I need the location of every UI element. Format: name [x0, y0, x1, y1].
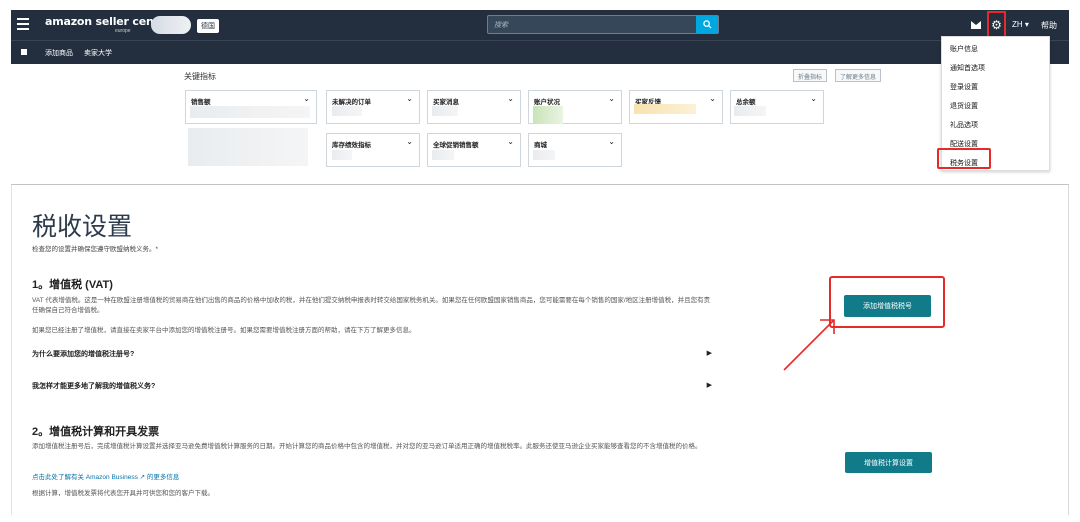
menu-icon[interactable]: [17, 18, 29, 30]
search-icon: [702, 20, 712, 29]
expand-arrow-icon: ▶: [706, 382, 712, 389]
blurred-value: [188, 128, 308, 166]
blurred-value: [332, 150, 352, 160]
search-button[interactable]: [696, 16, 718, 33]
key-metrics-title: 关键指标: [184, 72, 216, 81]
settings-gear-button[interactable]: ⚙: [987, 11, 1006, 39]
chevron-down-icon: ⌄: [406, 137, 413, 146]
vat-heading: 1。增值税 (VAT): [32, 279, 113, 291]
chevron-down-icon: ⌄: [810, 94, 817, 103]
marketplace-selector[interactable]: 德国: [197, 19, 219, 33]
subnav-seller-university[interactable]: 卖家大学: [84, 48, 112, 58]
chevron-down-icon: ⌄: [507, 137, 514, 146]
bookmark-icon[interactable]: [21, 49, 27, 55]
chevron-down-icon: ⌄: [608, 137, 615, 146]
metric-card-label: 库存绩效指标: [332, 142, 371, 149]
tax-settings-highlight: [937, 148, 991, 169]
chevron-down-icon: ⌄: [303, 94, 310, 103]
annotation-arrow: [783, 319, 835, 371]
metric-card-label: 商城: [534, 142, 547, 149]
chevron-down-icon: ⌄: [406, 94, 413, 103]
vat-description: VAT 代表增值税。这是一种在欧盟注册增值税的贸易商在他们出售的商品的价格中加收…: [32, 297, 711, 314]
search-input[interactable]: 搜索: [487, 15, 719, 34]
gear-icon: ⚙: [991, 18, 1002, 32]
collapse-metrics-button[interactable]: 折叠指标: [793, 69, 828, 82]
logo-region: europe: [115, 28, 131, 34]
content-border-right: [1068, 185, 1069, 515]
chevron-down-icon: ⌄: [507, 94, 514, 103]
learn-more-button[interactable]: 了解更多信息: [835, 69, 882, 82]
menu-item-return-settings[interactable]: 退货设置: [950, 101, 978, 111]
metric-card-label: 未解决的订单: [332, 99, 371, 106]
search-placeholder: 搜索: [494, 22, 508, 29]
page-title: 税收设置: [32, 212, 133, 241]
top-header: amazon seller central europe 德国 搜索 ⚙ ZH …: [11, 10, 1069, 40]
content-border-left: [11, 185, 12, 515]
metric-card-label: 全球促销销售额: [433, 142, 479, 149]
chevron-down-icon: ⌄: [608, 94, 615, 103]
language-selector[interactable]: ZH ▾: [1012, 20, 1029, 29]
mail-icon[interactable]: [971, 21, 981, 29]
metric-card-label: 买家消息: [433, 99, 459, 106]
subnav-add-product[interactable]: 添加商品: [45, 48, 73, 58]
vat-calc-heading: 2。增值税计算和开具发票: [32, 426, 160, 438]
faq-question: 为什么要添加您的增值税注册号?: [32, 351, 135, 358]
menu-item-account-info[interactable]: 账户信息: [950, 44, 978, 54]
vat-register-note: 如果您已经注册了增值税，请直接在卖家平台中添加您的增值税注册号。如果您需要增值税…: [32, 327, 416, 334]
menu-item-gift-options[interactable]: 礼品选项: [950, 120, 978, 130]
menu-item-login-settings[interactable]: 登录设置: [950, 82, 978, 92]
amazon-business-link[interactable]: 点击此处了解有关 Amazon Business ↗ 的更多信息: [32, 471, 179, 481]
metric-card-label: 账户状况: [534, 99, 560, 106]
blurred-value: [190, 106, 310, 118]
blurred-value: [332, 106, 362, 116]
faq-learn-vat-obligations[interactable]: 我怎样才能更多地了解我的增值税义务? ▶: [32, 381, 712, 391]
sub-navigation: 添加商品 卖家大学: [11, 40, 1069, 64]
expand-arrow-icon: ▶: [706, 350, 712, 357]
vat-calculation-settings-button[interactable]: 增值税计算设置: [845, 452, 932, 473]
blurred-value: [432, 150, 454, 160]
add-vat-number-button[interactable]: 添加增值税税号: [844, 295, 931, 317]
blurred-value: [533, 106, 563, 124]
help-link[interactable]: 帮助: [1041, 20, 1057, 31]
chevron-down-icon: ⌄: [709, 94, 716, 103]
metric-card-label: 总余额: [736, 99, 756, 106]
blurred-value: [634, 104, 696, 114]
vat-invoice-note: 根据计算，增值税发票将代表您开具并可供您和您的客户下载。: [32, 490, 214, 497]
faq-question: 我怎样才能更多地了解我的增值税义务?: [32, 383, 156, 390]
blurred-value: [533, 150, 555, 160]
faq-why-add-vat[interactable]: 为什么要添加您的增值税注册号? ▶: [32, 349, 712, 359]
blurred-value: [432, 106, 458, 116]
blurred-value: [734, 106, 766, 116]
vat-calc-description: 添加增值税注册号后，完成增值税计算设置并选择亚马逊免费增值税计算服务的日期。开始…: [32, 443, 702, 450]
metric-card-label: 销售额: [191, 99, 211, 106]
account-name-blurred[interactable]: [151, 16, 191, 34]
page-intro: 检查您的设置并确保您遵守欧盟纳税义务。*: [32, 246, 159, 253]
menu-item-notification-prefs[interactable]: 通知首选项: [950, 63, 985, 73]
section-divider: [11, 184, 1069, 185]
